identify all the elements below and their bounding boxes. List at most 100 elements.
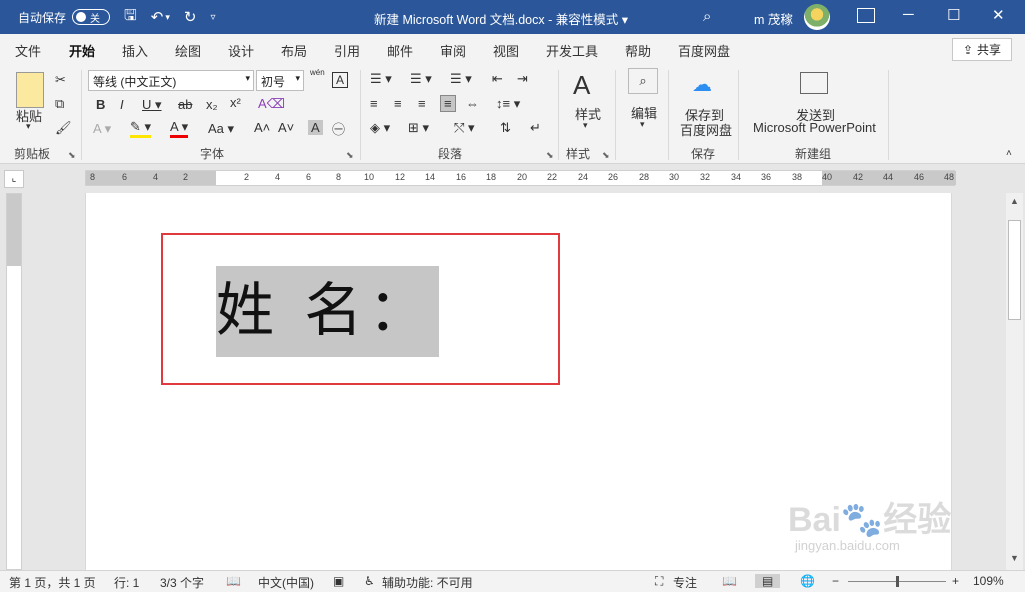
focus-button[interactable]: 专注	[673, 574, 697, 591]
redo-icon[interactable]: ↻	[184, 8, 197, 26]
strikethrough-icon[interactable]: ab	[178, 97, 192, 112]
vertical-ruler[interactable]	[6, 193, 22, 570]
styles-dropdown-icon[interactable]: ▾	[583, 120, 588, 131]
styles-button[interactable]: 样式	[575, 104, 601, 123]
styles-icon[interactable]: A	[573, 70, 590, 101]
zoom-out-icon[interactable]: −	[832, 574, 839, 588]
document-text[interactable]: 姓 名：	[216, 266, 439, 357]
tab-selector-icon[interactable]: ⌞	[4, 170, 24, 188]
cut-icon[interactable]: ✂	[55, 72, 66, 88]
clipboard-launcher-icon[interactable]: ⬊	[68, 150, 76, 161]
close-icon[interactable]: ✕	[992, 6, 1005, 24]
tab-developer[interactable]: 开发工具	[546, 41, 598, 60]
font-color-icon[interactable]: A ▾	[170, 119, 189, 138]
tab-layout[interactable]: 布局	[281, 41, 307, 60]
align-right-icon[interactable]: ≡	[418, 96, 426, 111]
save-to-label-2[interactable]: 百度网盘	[680, 120, 732, 139]
line-spacing-icon[interactable]: ↕≡ ▾	[496, 96, 520, 112]
web-layout-icon[interactable]: 🌐	[800, 574, 815, 588]
avatar[interactable]	[804, 4, 830, 30]
character-border-icon[interactable]: A	[332, 72, 349, 88]
phonetic-guide-icon[interactable]: wén	[310, 68, 325, 77]
print-layout-icon[interactable]: ▤	[755, 574, 781, 588]
tab-view[interactable]: 视图	[493, 41, 519, 60]
tab-file[interactable]: 文件	[15, 41, 41, 60]
increase-indent-icon[interactable]: ⇥	[517, 71, 528, 87]
collapse-ribbon-icon[interactable]: ˄	[1006, 148, 1012, 159]
styles-launcher-icon[interactable]: ⬊	[602, 150, 610, 161]
show-marks-icon[interactable]: ↵	[530, 120, 541, 136]
zoom-slider-thumb[interactable]	[896, 576, 899, 587]
user-name[interactable]: m 茂稼	[754, 9, 793, 28]
format-painter-icon[interactable]: 🖌	[55, 120, 72, 136]
zoom-level[interactable]: 109%	[973, 574, 1004, 588]
search-icon[interactable]: ⌕	[703, 8, 711, 25]
sort-icon[interactable]: ⇅	[500, 120, 511, 136]
accessibility-icon[interactable]: ♿	[364, 574, 375, 588]
page-count[interactable]: 第 1 页，共 1 页	[9, 574, 96, 591]
shading-icon[interactable]: ◈ ▾	[370, 120, 390, 136]
save-icon[interactable]: 🖫	[124, 5, 137, 30]
vertical-scrollbar[interactable]: ▲ ▼	[1006, 193, 1023, 570]
tab-draw[interactable]: 绘图	[175, 41, 201, 60]
distributed-icon[interactable]: ⇔	[466, 96, 479, 111]
text-effects-icon[interactable]: A ▾	[93, 121, 111, 137]
tab-baidu-netdisk[interactable]: 百度网盘	[678, 41, 730, 60]
multilevel-list-icon[interactable]: ☰ ▾	[450, 71, 472, 87]
decrease-indent-icon[interactable]: ⇤	[492, 71, 503, 87]
tab-mailings[interactable]: 邮件	[387, 41, 413, 60]
ribbon-display-options-icon[interactable]	[857, 8, 875, 23]
shrink-font-icon[interactable]: A˅	[278, 120, 294, 135]
bold-icon[interactable]: B	[96, 97, 105, 112]
numbering-icon[interactable]: ☰ ▾	[410, 71, 432, 87]
change-case-icon[interactable]: Aa ▾	[208, 121, 234, 137]
accessibility-status[interactable]: 辅助功能: 不可用	[382, 574, 473, 591]
font-size-select[interactable]: 初号 ▾	[256, 70, 304, 91]
highlight-color-icon[interactable]: ✎ ▾	[130, 119, 152, 138]
zoom-in-icon[interactable]: +	[952, 574, 959, 588]
send-to-label-2[interactable]: Microsoft PowerPoint	[753, 120, 876, 135]
paste-dropdown-icon[interactable]: ▾	[26, 121, 31, 132]
tab-references[interactable]: 引用	[334, 41, 360, 60]
autosave-switch[interactable]: 关	[72, 9, 111, 25]
italic-icon[interactable]: I	[120, 97, 124, 112]
tab-home[interactable]: 开始	[69, 41, 96, 67]
scroll-up-icon[interactable]: ▲	[1008, 196, 1021, 210]
maximize-icon[interactable]: ☐	[947, 6, 960, 24]
justify-icon[interactable]: ≡	[440, 95, 456, 112]
customize-toolbar-icon[interactable]: ▿	[210, 12, 215, 23]
undo-dropdown-icon[interactable]: ▾	[165, 12, 170, 23]
paste-icon[interactable]	[16, 72, 44, 108]
scroll-thumb[interactable]	[1008, 220, 1021, 320]
share-button[interactable]: ⇪ 共享	[952, 38, 1012, 61]
underline-icon[interactable]: U ▾	[142, 97, 162, 113]
enclose-characters-icon[interactable]: ㊀	[332, 119, 345, 138]
word-count[interactable]: 3/3 个字	[160, 574, 204, 591]
grow-font-icon[interactable]: A˄	[254, 120, 270, 135]
read-mode-icon[interactable]: 📖	[722, 574, 737, 588]
chinese-layout-icon[interactable]: ⤲ ▾	[454, 120, 475, 136]
tab-design[interactable]: 设计	[228, 41, 254, 60]
line-number[interactable]: 行: 1	[114, 574, 139, 591]
macro-icon[interactable]: ▣	[333, 574, 344, 588]
baidu-netdisk-icon[interactable]: ☁	[692, 72, 712, 97]
align-center-icon[interactable]: ≡	[394, 96, 402, 111]
subscript-icon[interactable]: x₂	[206, 97, 218, 112]
superscript-icon[interactable]: x²	[230, 95, 241, 110]
horizontal-ruler[interactable]: 8642 2468 10 12 14 16 18 20 22 24 26 28 30 32 34 3…	[85, 170, 956, 186]
editing-dropdown-icon[interactable]: ▾	[640, 119, 645, 130]
focus-icon[interactable]: ⛶	[655, 574, 663, 589]
minimize-icon[interactable]: ─	[903, 6, 914, 23]
align-left-icon[interactable]: ≡	[370, 96, 378, 111]
tab-help[interactable]: 帮助	[625, 41, 651, 60]
copy-icon[interactable]: ⧉	[55, 96, 64, 112]
autosave-toggle[interactable]: 自动保存 关	[18, 9, 111, 26]
send-to-powerpoint-icon[interactable]	[800, 72, 828, 94]
language[interactable]: 中文(中国)	[258, 574, 314, 591]
find-icon[interactable]: ⌕	[628, 68, 658, 94]
font-name-select[interactable]: 等线 (中文正文) ▾	[88, 70, 254, 91]
scroll-down-icon[interactable]: ▼	[1008, 553, 1021, 567]
proofing-icon[interactable]: 📖	[226, 574, 241, 588]
tab-insert[interactable]: 插入	[122, 41, 148, 60]
undo-icon[interactable]: ↶	[151, 8, 164, 26]
